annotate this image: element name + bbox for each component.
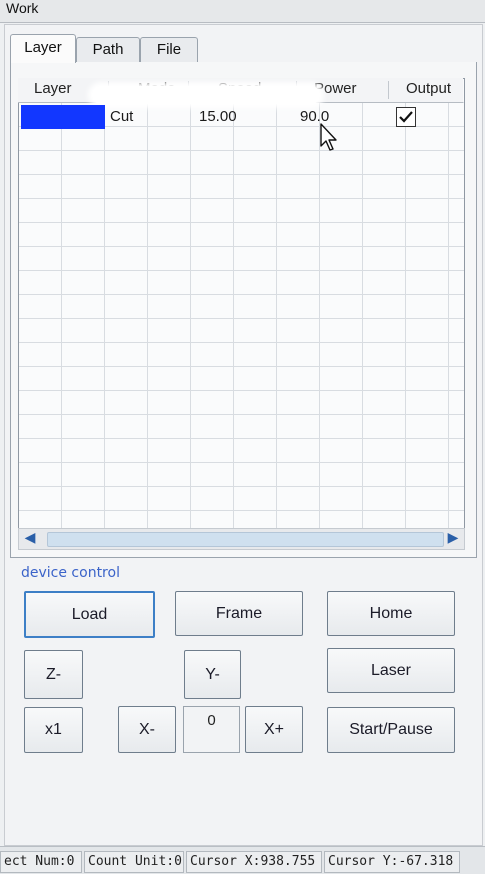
scroll-left-icon[interactable]: ◀ — [21, 530, 39, 547]
tab-file[interactable]: File — [140, 37, 198, 62]
table-row[interactable]: Cut 15.00 90.0 — [18, 103, 463, 129]
laser-button[interactable]: Laser — [327, 648, 455, 693]
checkmark-icon — [399, 111, 413, 123]
step-value: 0 — [207, 712, 216, 729]
title-bar: Work — [0, 0, 485, 23]
window-title: Work — [6, 0, 39, 16]
y-minus-button[interactable]: Y- — [184, 650, 241, 699]
laser-button-label: Laser — [370, 662, 412, 679]
status-object-num: ect Num:0 — [0, 851, 82, 873]
load-button[interactable]: Load — [24, 591, 155, 638]
column-header-output[interactable]: Output — [406, 80, 451, 97]
redaction-mark — [92, 86, 320, 104]
status-cursor-x: Cursor X:938.755 — [186, 851, 322, 873]
layer-table[interactable] — [18, 78, 465, 529]
start-pause-label: Start/Pause — [349, 721, 433, 738]
x-plus-label: X+ — [263, 721, 284, 738]
x-plus-button[interactable]: X+ — [245, 706, 303, 753]
tab-layer-label: Layer — [24, 39, 62, 56]
home-button[interactable]: Home — [327, 591, 455, 636]
step-value-field[interactable]: 0 — [183, 706, 240, 753]
layer-color-swatch[interactable] — [21, 105, 105, 129]
horizontal-scrollbar[interactable]: ◀ ▶ — [18, 528, 465, 550]
tab-path[interactable]: Path — [76, 37, 140, 62]
x1-button[interactable]: x1 — [24, 707, 83, 753]
home-button-label: Home — [369, 605, 413, 622]
column-header-power[interactable]: Power — [314, 80, 357, 97]
scroll-thumb[interactable] — [47, 532, 444, 547]
frame-button-label: Frame — [215, 605, 263, 622]
mouse-pointer-icon — [320, 123, 337, 151]
x1-button-label: x1 — [45, 721, 62, 738]
column-header-layer[interactable]: Layer — [34, 80, 72, 97]
tab-layer[interactable]: Layer — [10, 34, 76, 63]
scroll-right-icon[interactable]: ▶ — [444, 530, 462, 547]
device-control-label: device control — [21, 565, 120, 581]
tab-file-label: File — [156, 41, 182, 58]
output-checkbox[interactable] — [396, 107, 416, 127]
load-button-label: Load — [71, 606, 108, 623]
x-minus-label: X- — [139, 721, 155, 738]
z-minus-button[interactable]: Z- — [24, 650, 83, 699]
status-count-unit: Count Unit:0 — [84, 851, 184, 873]
row-speed: 15.00 — [199, 108, 237, 125]
row-mode: Cut — [110, 108, 134, 125]
frame-button[interactable]: Frame — [175, 591, 303, 636]
x-minus-button[interactable]: X- — [118, 706, 176, 753]
column-separator — [388, 81, 389, 99]
start-pause-button[interactable]: Start/Pause — [327, 707, 455, 753]
tab-path-label: Path — [92, 41, 124, 58]
status-bar: ect Num:0 Count Unit:0 Cursor X:938.755 … — [0, 846, 485, 874]
z-minus-label: Z- — [45, 666, 62, 683]
status-cursor-y: Cursor Y:-67.318 — [324, 851, 460, 873]
y-minus-label: Y- — [205, 666, 220, 683]
